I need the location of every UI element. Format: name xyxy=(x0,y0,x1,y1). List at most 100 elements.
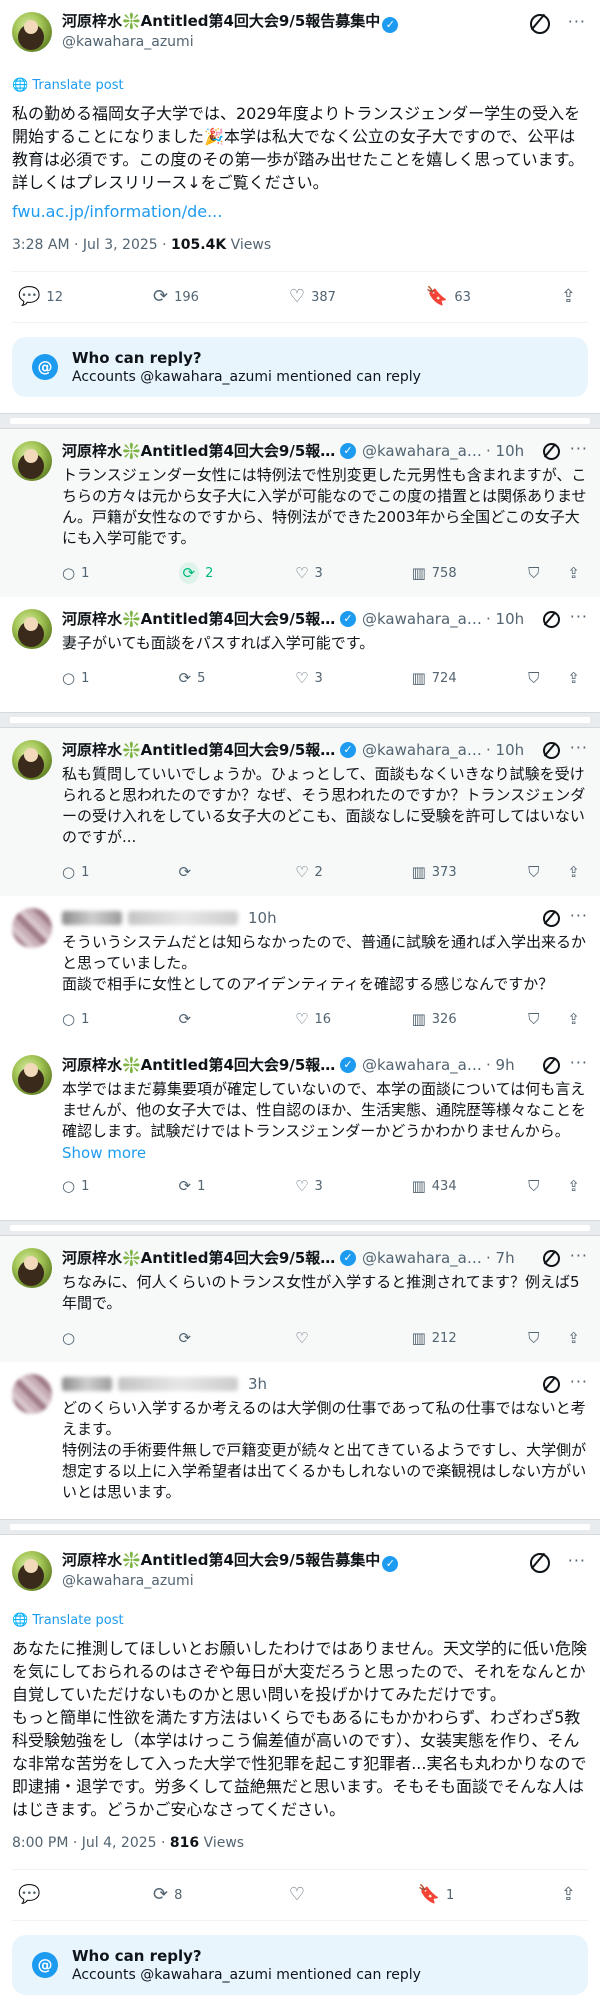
reply-button[interactable]: ○ 1 xyxy=(62,1010,118,1028)
author-name[interactable]: 河原梓水❇️Antitled第4回大会9/5報告... xyxy=(62,442,338,461)
views-button[interactable]: ▥ 758 xyxy=(412,564,468,582)
retweet-button[interactable]: ⟳ 5 xyxy=(179,669,235,687)
avatar[interactable] xyxy=(12,1551,52,1591)
retweet-button[interactable]: ⟳ 2 xyxy=(178,562,235,584)
reply-tweet[interactable]: 3h どのくらい入学するか考えるのは大学側の仕事であって私の仕事ではないと考えま… xyxy=(0,1362,600,1509)
grok-icon[interactable] xyxy=(530,14,550,34)
avatar[interactable] xyxy=(12,908,52,948)
share-icon[interactable]: ⇪ xyxy=(567,669,580,687)
author-handle[interactable]: @kawahara_az... xyxy=(362,610,482,628)
author-name[interactable]: 河原梓水❇️Antitled第4回大会9/5報告募... xyxy=(62,1249,338,1268)
retweet-button[interactable]: ⟳ xyxy=(179,863,235,881)
retweet-button[interactable]: ⟳ 1 xyxy=(179,1177,235,1195)
author-name[interactable]: 河原梓水❇️Antitled第4回大会9/5報告... xyxy=(62,610,338,629)
avatar[interactable] xyxy=(12,1055,52,1095)
views-button[interactable]: ▥ 212 xyxy=(412,1329,468,1347)
views-button[interactable]: ▥ 724 xyxy=(412,669,468,687)
reply-tweet[interactable]: 河原梓水❇️Antitled第4回大会9/5報告... ✓ @kawahara_az… xyxy=(0,429,600,597)
grok-icon[interactable] xyxy=(543,443,560,460)
author-handle[interactable]: @kawahara_az... xyxy=(362,1249,482,1267)
timestamp[interactable]: · 10h xyxy=(486,610,524,628)
like-button[interactable]: ♡ 16 xyxy=(295,1010,351,1028)
author-handle[interactable]: @kawahara_az... xyxy=(362,741,482,759)
grok-icon[interactable] xyxy=(543,910,560,927)
reply-button[interactable]: ○ 1 xyxy=(62,669,118,687)
reply-tweet[interactable]: 10h そういうシステムだとは知らなかったので、普通に試験を通れば入学出来るかと… xyxy=(0,896,600,1043)
grok-icon[interactable] xyxy=(543,1250,560,1267)
avatar[interactable] xyxy=(12,1374,52,1414)
translate-link[interactable]: 🌐 Translate post xyxy=(12,78,588,96)
like-button[interactable]: ♡ 3 xyxy=(295,669,351,687)
reply-button[interactable]: 💬 xyxy=(18,1886,46,1904)
tweet-link[interactable]: fwu.ac.jp/information/de... xyxy=(12,200,588,223)
bookmark-button[interactable]: 🔖 63 xyxy=(426,288,471,306)
author-name[interactable]: 河原梓水❇️Antitled第4回大会9/5報告... xyxy=(62,741,338,760)
grok-icon[interactable] xyxy=(543,611,560,628)
reply-tweet[interactable]: 河原梓水❇️Antitled第4回大会9/5報告... ✓ @kawahara_az… xyxy=(0,728,600,896)
more-icon[interactable]: ··· xyxy=(570,738,588,757)
reply-tweet[interactable]: 河原梓水❇️Antitled第4回大会9/5報告... ✓ @kawahara_az… xyxy=(0,597,600,702)
like-button[interactable]: ♡ 2 xyxy=(295,863,351,881)
show-more-link[interactable]: Show more xyxy=(62,1144,590,1162)
author-handle[interactable]: @kawahara_azumi xyxy=(62,33,398,51)
bookmark-icon[interactable]: ⛉ xyxy=(528,1177,539,1195)
views-button[interactable]: ▥ 326 xyxy=(412,1010,468,1028)
timestamp[interactable]: 10h xyxy=(248,909,277,927)
share-icon[interactable]: ⇪ xyxy=(567,1010,580,1028)
avatar[interactable] xyxy=(12,1248,52,1288)
timestamp[interactable]: · 10h xyxy=(486,741,524,759)
author-handle[interactable]: @kawahara_az... xyxy=(362,442,482,460)
like-button[interactable]: ♡ xyxy=(289,1886,311,1904)
bookmark-icon[interactable]: ⛉ xyxy=(528,669,539,687)
reply-button[interactable]: ○ 1 xyxy=(62,863,118,881)
reply-button[interactable]: ○ xyxy=(62,1329,118,1347)
more-icon[interactable]: ··· xyxy=(570,1053,588,1072)
author-handle[interactable]: @kawahara_az... xyxy=(362,1056,482,1074)
views-button[interactable]: ▥ 373 xyxy=(412,863,468,881)
more-icon[interactable]: ··· xyxy=(568,1551,586,1570)
share-icon[interactable]: ⇪ xyxy=(567,1329,580,1347)
views-button[interactable]: ▥ 434 xyxy=(412,1177,468,1195)
timestamp[interactable]: · 9h xyxy=(486,1056,515,1074)
like-button[interactable]: ♡ 387 xyxy=(289,288,336,306)
avatar[interactable] xyxy=(12,740,52,780)
bookmark-icon[interactable]: ⛉ xyxy=(528,564,539,582)
more-icon[interactable]: ··· xyxy=(570,1372,588,1391)
more-icon[interactable]: ··· xyxy=(570,607,588,626)
bookmark-icon[interactable]: ⛉ xyxy=(528,863,539,881)
reply-tweet[interactable]: 河原梓水❇️Antitled第4回大会9/5報告募... ✓ @kawahara_a… xyxy=(0,1236,600,1362)
reply-button[interactable]: ○ 1 xyxy=(62,564,118,582)
more-icon[interactable]: ··· xyxy=(570,906,588,925)
avatar[interactable] xyxy=(12,609,52,649)
share-icon[interactable]: ⇪ xyxy=(567,1177,580,1195)
avatar[interactable] xyxy=(12,12,52,52)
share-button[interactable]: ⇪ xyxy=(561,1886,582,1904)
author-name[interactable]: 河原梓水❇️Antitled第4回大会9/5報告募集中 ✓ xyxy=(62,12,399,33)
like-button[interactable]: ♡ xyxy=(295,1329,351,1347)
more-icon[interactable]: ··· xyxy=(570,1246,588,1265)
retweet-button[interactable]: ⟳ xyxy=(179,1010,235,1028)
grok-icon[interactable] xyxy=(543,1057,560,1074)
more-icon[interactable]: ··· xyxy=(570,439,588,458)
timestamp[interactable]: · 7h xyxy=(486,1249,515,1267)
reply-button[interactable]: ○ 1 xyxy=(62,1177,118,1195)
bookmark-icon[interactable]: ⛉ xyxy=(528,1010,539,1028)
timestamp[interactable]: · 10h xyxy=(486,442,524,460)
retweet-button[interactable]: ⟳ 196 xyxy=(153,288,199,306)
translate-link[interactable]: 🌐 Translate post xyxy=(12,1613,588,1631)
like-button[interactable]: ♡ 3 xyxy=(295,564,351,582)
avatar[interactable] xyxy=(12,441,52,481)
grok-icon[interactable] xyxy=(543,1376,560,1393)
bookmark-button[interactable]: 🔖 1 xyxy=(418,1886,455,1904)
reply-tweet[interactable]: 河原梓水❇️Antitled第4回大会9/5報告募... ✓ @kawahara_a… xyxy=(0,1043,600,1210)
grok-icon[interactable] xyxy=(530,1553,550,1573)
share-icon[interactable]: ⇪ xyxy=(567,863,580,881)
more-icon[interactable]: ··· xyxy=(568,12,586,31)
bookmark-icon[interactable]: ⛉ xyxy=(528,1329,539,1347)
grok-icon[interactable] xyxy=(543,742,560,759)
retweet-button[interactable]: ⟳ 8 xyxy=(153,1886,182,1904)
timestamp[interactable]: 3h xyxy=(248,1375,267,1393)
share-icon[interactable]: ⇪ xyxy=(567,564,580,582)
retweet-button[interactable]: ⟳ xyxy=(179,1329,235,1347)
author-name[interactable]: 河原梓水❇️Antitled第4回大会9/5報告募集中 ✓ xyxy=(62,1551,399,1572)
